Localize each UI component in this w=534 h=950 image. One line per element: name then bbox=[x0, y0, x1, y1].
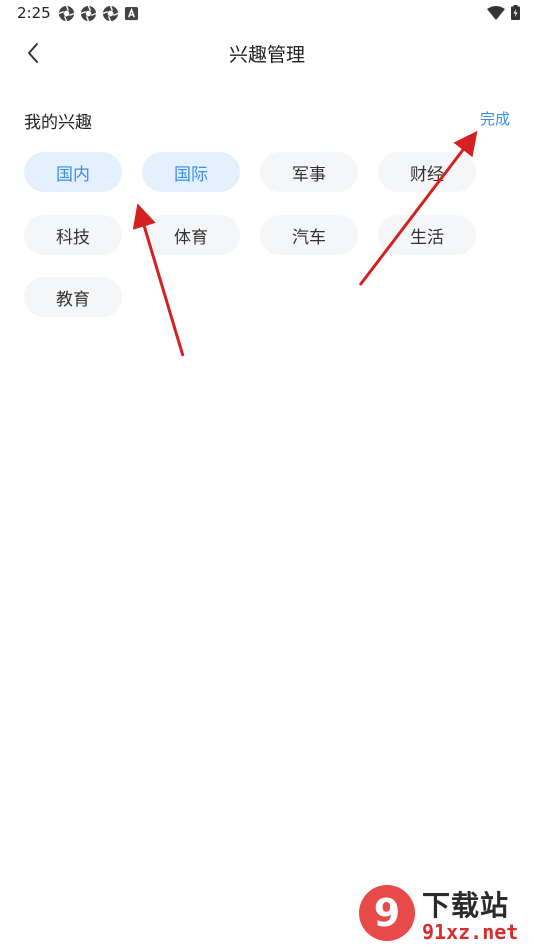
interest-tag[interactable]: 汽车 bbox=[260, 215, 358, 255]
status-time: 2:25 bbox=[17, 4, 51, 22]
watermark-logo-icon: 9 bbox=[359, 885, 415, 941]
interest-tag[interactable]: 体育 bbox=[142, 215, 240, 255]
interest-tag[interactable]: 国内 bbox=[24, 152, 122, 192]
system-icons bbox=[487, 5, 520, 20]
interest-tag[interactable]: 科技 bbox=[24, 215, 122, 255]
watermark-title: 下载站 bbox=[422, 889, 510, 922]
a-square-icon bbox=[124, 6, 139, 21]
section-title: 我的兴趣 bbox=[24, 113, 92, 133]
interest-tag[interactable]: 生活 bbox=[378, 215, 476, 255]
nav-bar: 兴趣管理 bbox=[0, 30, 534, 76]
interest-tag[interactable]: 财经 bbox=[378, 152, 476, 192]
done-button[interactable]: 完成 bbox=[480, 108, 510, 129]
annotation-arrows bbox=[132, 130, 478, 357]
interest-tag[interactable]: 军事 bbox=[260, 152, 358, 192]
svg-text:9: 9 bbox=[374, 891, 400, 935]
aperture-icon bbox=[80, 5, 97, 22]
interest-tag[interactable]: 国际 bbox=[142, 152, 240, 192]
battery-icon bbox=[511, 5, 520, 20]
notification-icons bbox=[58, 5, 139, 22]
watermark: 9 下载站 91xz.net bbox=[356, 882, 528, 946]
aperture-icon bbox=[58, 5, 75, 22]
page-title: 兴趣管理 bbox=[228, 44, 305, 66]
aperture-icon bbox=[102, 5, 119, 22]
interest-tag[interactable]: 教育 bbox=[24, 277, 122, 317]
interest-section-header: 我的兴趣 完成 bbox=[24, 106, 510, 133]
wifi-icon bbox=[487, 5, 505, 20]
status-bar: 2:25 bbox=[0, 0, 534, 28]
watermark-domain: 91xz.net bbox=[422, 920, 519, 944]
